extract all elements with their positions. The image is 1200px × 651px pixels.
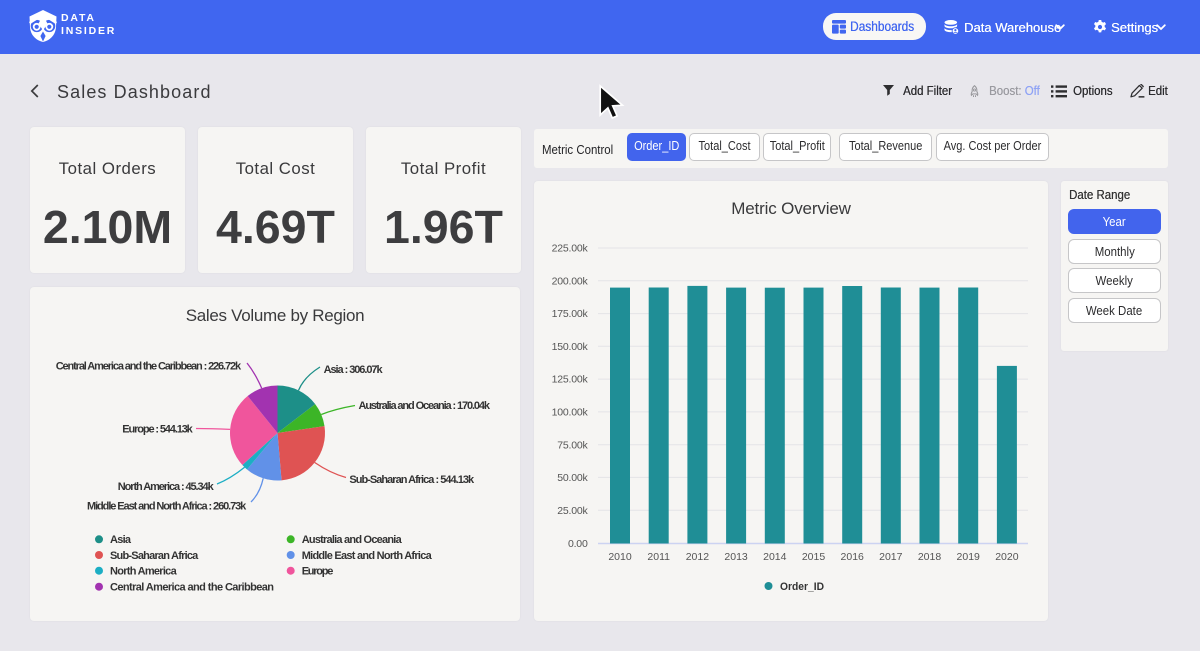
svg-text:2016: 2016 xyxy=(841,551,865,563)
svg-text:North America: North America xyxy=(110,566,178,578)
svg-text:2020: 2020 xyxy=(995,551,1019,563)
svg-text:Order_ID: Order_ID xyxy=(780,581,824,593)
svg-text:2019: 2019 xyxy=(957,551,981,563)
svg-text:2014: 2014 xyxy=(763,551,787,563)
svg-text:Australia and Oceania: Australia and Oceania xyxy=(302,534,403,546)
svg-text:25.00k: 25.00k xyxy=(557,505,588,517)
svg-text:Middle East and North Africa: Middle East and North Africa xyxy=(302,550,433,562)
svg-text:2010: 2010 xyxy=(608,551,632,563)
svg-text:200.00k: 200.00k xyxy=(552,275,589,287)
svg-text:Central America and the Caribb: Central America and the Caribbean : 226.… xyxy=(56,361,242,373)
svg-text:Asia : 306.07k: Asia : 306.07k xyxy=(324,364,384,376)
svg-text:125.00k: 125.00k xyxy=(552,374,589,386)
svg-text:Sub-Saharan Africa : 544.13k: Sub-Saharan Africa : 544.13k xyxy=(349,474,475,486)
svg-text:175.00k: 175.00k xyxy=(552,308,589,320)
svg-text:0.00: 0.00 xyxy=(568,538,588,550)
svg-text:150.00k: 150.00k xyxy=(552,341,589,353)
svg-text:50.00k: 50.00k xyxy=(557,472,588,484)
svg-text:North America : 45.34k: North America : 45.34k xyxy=(118,481,215,493)
svg-text:100.00k: 100.00k xyxy=(552,407,589,419)
svg-text:2018: 2018 xyxy=(918,551,942,563)
svg-text:Europe: Europe xyxy=(302,566,334,578)
svg-text:75.00k: 75.00k xyxy=(557,439,588,451)
svg-text:Asia: Asia xyxy=(110,534,132,546)
svg-text:Middle East and North Africa :: Middle East and North Africa : 260.73k xyxy=(87,500,247,512)
svg-text:2011: 2011 xyxy=(647,551,670,563)
svg-text:2012: 2012 xyxy=(686,551,710,563)
svg-text:Sub-Saharan Africa: Sub-Saharan Africa xyxy=(110,550,199,562)
svg-text:2017: 2017 xyxy=(879,551,903,563)
svg-text:2013: 2013 xyxy=(724,551,748,563)
svg-text:Europe : 544.13k: Europe : 544.13k xyxy=(122,423,193,435)
svg-text:2015: 2015 xyxy=(802,551,826,563)
svg-text:Central America and the Caribb: Central America and the Caribbean xyxy=(110,582,274,594)
svg-text:225.00k: 225.00k xyxy=(552,243,589,255)
svg-text:Australia and Oceania : 170.04: Australia and Oceania : 170.04k xyxy=(359,400,491,412)
